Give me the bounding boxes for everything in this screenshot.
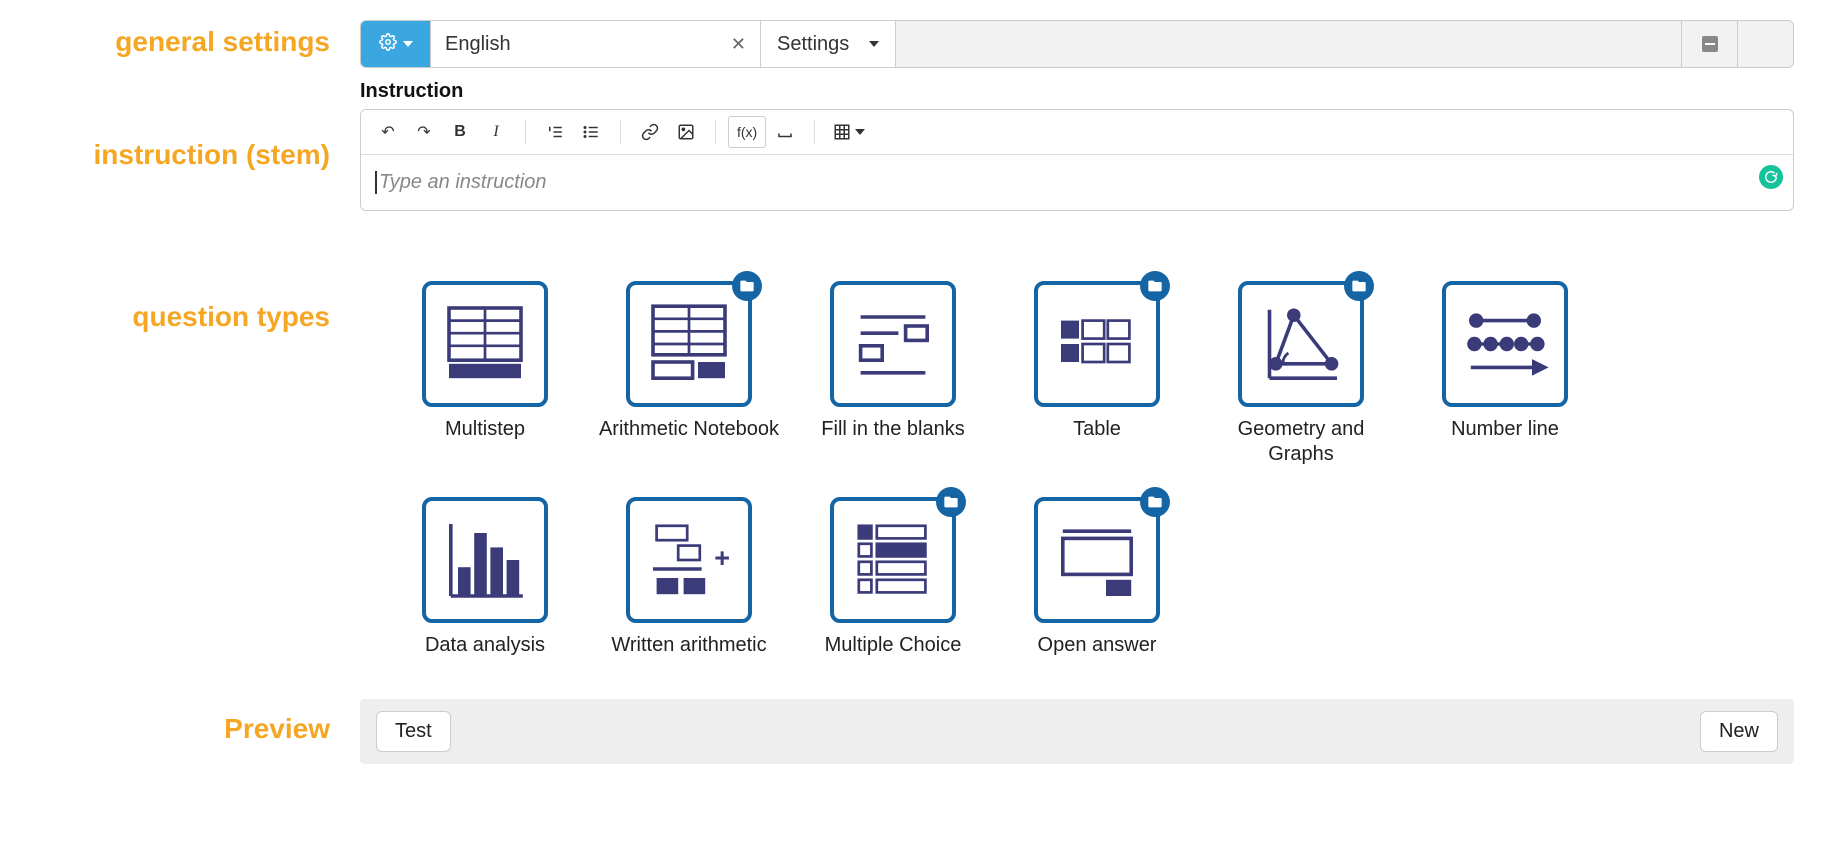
- svg-text:+: +: [714, 543, 730, 573]
- geo-icon: [1238, 281, 1364, 407]
- numbered-list-icon: [546, 123, 564, 141]
- bars-icon: [422, 497, 548, 623]
- undo-icon: ↶: [381, 122, 394, 142]
- editor-toolbar: ↶ ↷ B I f(x): [361, 110, 1793, 155]
- folder-badge-icon: [936, 487, 966, 517]
- label-preview: Preview: [224, 713, 330, 744]
- numline-icon: [1442, 281, 1568, 407]
- link-icon: [641, 123, 659, 141]
- numbered-list-button[interactable]: [538, 116, 572, 148]
- bold-button[interactable]: B: [443, 116, 477, 148]
- question-type-open[interactable]: Open answer: [1002, 497, 1192, 659]
- question-type-label: Table: [1073, 417, 1121, 443]
- folder-badge-icon: [1140, 271, 1170, 301]
- language-chip[interactable]: English ✕: [431, 21, 761, 67]
- new-button[interactable]: New: [1700, 711, 1778, 752]
- test-button[interactable]: Test: [376, 711, 451, 752]
- question-type-label: Written arithmetic: [611, 633, 766, 659]
- label-instruction: instruction (stem): [94, 139, 330, 170]
- formula-button[interactable]: f(x): [728, 116, 766, 148]
- redo-button[interactable]: ↷: [407, 116, 441, 148]
- question-type-mc[interactable]: Multiple Choice: [798, 497, 988, 659]
- caret-down-icon: [403, 41, 413, 47]
- table-button[interactable]: [827, 116, 871, 148]
- remove-language-icon[interactable]: ✕: [731, 34, 746, 55]
- collapse-button[interactable]: [1681, 21, 1737, 67]
- mc-icon: [830, 497, 956, 623]
- bullet-list-button[interactable]: [574, 116, 608, 148]
- minus-icon: [1702, 36, 1718, 52]
- question-type-blanks[interactable]: Fill in the blanks: [798, 281, 988, 467]
- image-icon: [677, 123, 695, 141]
- gear-dropdown-button[interactable]: [361, 21, 431, 67]
- question-type-label: Multiple Choice: [825, 633, 962, 659]
- redo-icon: ↷: [417, 122, 430, 142]
- italic-icon: I: [493, 123, 498, 141]
- folder-badge-icon: [1140, 487, 1170, 517]
- link-button[interactable]: [633, 116, 667, 148]
- label-question-types: question types: [132, 301, 330, 332]
- question-type-numline[interactable]: Number line: [1410, 281, 1600, 467]
- table-icon: [1034, 281, 1160, 407]
- instruction-heading: Instruction: [360, 80, 1794, 103]
- question-type-label: Arithmetic Notebook: [599, 417, 779, 443]
- settings-dropdown-label: Settings: [777, 33, 849, 56]
- settings-dropdown[interactable]: Settings: [761, 21, 896, 67]
- blank-icon: [775, 123, 795, 141]
- question-type-arith-nb[interactable]: Arithmetic Notebook: [594, 281, 784, 467]
- preview-bar: Test New: [360, 699, 1794, 764]
- question-type-label: Data analysis: [425, 633, 545, 659]
- settings-bar-spacer: [896, 21, 1681, 67]
- folder-badge-icon: [1344, 271, 1374, 301]
- extra-button[interactable]: [1737, 21, 1793, 67]
- caret-down-icon: [869, 41, 879, 47]
- written-icon: +: [626, 497, 752, 623]
- question-type-label: Number line: [1451, 417, 1559, 443]
- table-icon: [833, 123, 851, 141]
- instruction-editor: ↶ ↷ B I f(x): [360, 109, 1794, 211]
- question-type-multistep[interactable]: Multistep: [390, 281, 580, 467]
- bold-icon: B: [454, 123, 466, 141]
- label-general-settings: general settings: [115, 26, 330, 57]
- question-type-label: Fill in the blanks: [821, 417, 964, 443]
- undo-button[interactable]: ↶: [371, 116, 405, 148]
- general-settings-bar: English ✕ Settings: [360, 20, 1794, 68]
- language-label: English: [445, 33, 511, 56]
- instruction-textarea[interactable]: Type an instruction: [361, 155, 1793, 210]
- italic-button[interactable]: I: [479, 116, 513, 148]
- formula-icon: f(x): [737, 124, 757, 140]
- image-button[interactable]: [669, 116, 703, 148]
- open-icon: [1034, 497, 1160, 623]
- blanks-icon: [830, 281, 956, 407]
- question-type-written[interactable]: + Written arithmetic: [594, 497, 784, 659]
- question-type-bars[interactable]: Data analysis: [390, 497, 580, 659]
- instruction-placeholder: Type an instruction: [375, 171, 547, 194]
- caret-down-icon: [855, 129, 865, 135]
- question-type-label: Open answer: [1038, 633, 1157, 659]
- gear-icon: [379, 33, 397, 56]
- question-type-label: Multistep: [445, 417, 525, 443]
- grammarly-badge-icon: [1759, 165, 1783, 189]
- folder-badge-icon: [732, 271, 762, 301]
- question-type-grid: Multistep Arithmetic Notebook Fill in th…: [390, 281, 1794, 659]
- question-type-table[interactable]: Table: [1002, 281, 1192, 467]
- arith-nb-icon: [626, 281, 752, 407]
- multistep-icon: [422, 281, 548, 407]
- bullet-list-icon: [582, 123, 600, 141]
- question-type-geo[interactable]: Geometry and Graphs: [1206, 281, 1396, 467]
- blank-button[interactable]: [768, 116, 802, 148]
- question-type-label: Geometry and Graphs: [1206, 417, 1396, 467]
